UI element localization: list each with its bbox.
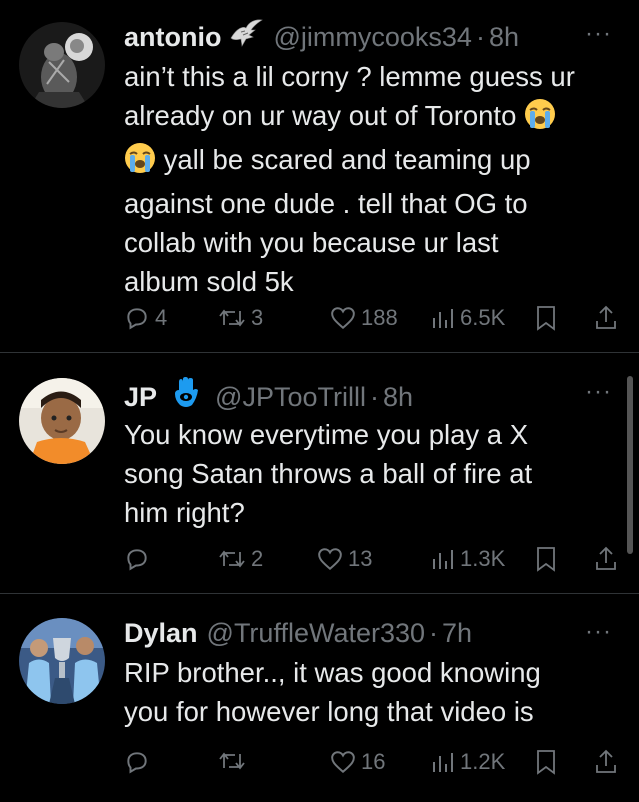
bookmark-button[interactable] [536,305,556,331]
share-button[interactable] [594,546,618,572]
timestamp[interactable]: 8h [489,20,519,54]
views-icon [433,753,453,772]
more-options-button[interactable]: ··· [585,378,612,406]
separator: · [369,382,379,412]
retweet-button[interactable]: 3 [218,305,263,331]
reply-icon [127,308,147,330]
timestamp[interactable]: 8h [383,380,413,414]
action-bar: 4 3 188 6.5K [124,305,624,335]
reply-button[interactable]: 4 [124,305,167,331]
share-button[interactable] [594,749,618,775]
separator: · [429,618,439,648]
text-line: collab with you because ur last [124,227,499,258]
retweet-button[interactable]: 2 [218,546,263,572]
heart-icon [331,751,355,774]
text-line: ain’t this a lil corny ? lemme guess ur [124,61,575,92]
scrollbar[interactable] [627,376,633,554]
views-icon [433,550,453,569]
reply-icon [127,549,147,571]
separator: · [475,22,485,52]
eagle-badge-icon [229,18,264,56]
text-line: already on ur way out of Toronto [124,96,604,140]
text-line: him right? [124,497,245,528]
handle[interactable]: @jimmycooks34 [273,20,471,54]
bookmark-icon [537,547,555,572]
avatar[interactable] [19,618,105,704]
avatar[interactable] [19,378,105,464]
views-button[interactable]: 6.5K [431,305,505,331]
timestamp[interactable]: 7h [442,616,472,650]
loudly-crying-face-emoji [524,98,556,140]
tweet-2[interactable]: JP @JPTooTrilll · 8h ··· You know everyt… [0,353,639,593]
avatar[interactable] [19,22,105,108]
retweet-icon [219,752,245,770]
like-button[interactable]: 16 [330,749,385,775]
retweet-count: 2 [251,546,264,571]
like-count: 13 [348,546,373,571]
reply-button[interactable] [124,749,150,775]
tweet-header: Dylan @TruffleWater330 · 7h [124,616,472,650]
views-button[interactable]: 1.2K [431,749,505,775]
heart-icon [331,307,355,330]
tweet-header: antonio @jimmycooks34 · 8h [124,18,519,56]
text-line: song Satan throws a ball of fire at [124,458,533,489]
like-button[interactable]: 13 [317,546,372,572]
views-count: 1.2K [460,749,506,774]
display-name[interactable]: JP [124,380,157,414]
retweet-button[interactable] [218,749,246,773]
text-line: against one dude . tell that OG to [124,188,528,219]
retweet-icon [219,550,245,568]
like-button[interactable]: 188 [330,305,398,331]
bookmark-button[interactable] [536,749,556,775]
heart-icon [318,548,342,571]
share-icon [596,305,616,329]
more-options-button[interactable]: ··· [585,20,612,48]
retweet-count: 3 [251,305,264,330]
more-options-button[interactable]: ··· [585,618,612,646]
action-bar: 16 1.2K [124,749,624,779]
views-count: 1.3K [460,546,506,571]
views-icon [433,309,453,328]
tweet-text: ain’t this a lil corny ? lemme guess ur … [124,57,604,301]
share-icon [596,749,616,773]
bookmark-icon [537,306,555,331]
tweet-header: JP @JPTooTrilll · 8h [124,376,413,418]
retweet-icon [219,309,245,327]
reply-count: 4 [155,305,168,330]
share-button[interactable] [594,305,618,331]
like-count: 188 [361,305,398,330]
text-line: yall be scared and teaming up [124,140,604,184]
reply-icon [127,752,147,774]
text-line: You know everytime you play a X [124,419,529,450]
hamsa-badge-icon [171,376,201,418]
like-count: 16 [361,749,386,774]
reply-button[interactable] [124,546,150,572]
views-button[interactable]: 1.3K [431,546,505,572]
bookmark-button[interactable] [536,546,556,572]
text-line: RIP brother.., it was good knowing [124,657,541,688]
tweet-text: You know everytime you play a X song Sat… [124,415,604,532]
text-line: you for however long that video is [124,696,534,727]
share-icon [596,546,616,570]
tweet-1[interactable]: antonio @jimmycooks34 · 8h ··· ain’t thi… [0,0,639,352]
handle[interactable]: @JPTooTrilll [215,380,366,414]
loudly-crying-face-emoji [124,142,156,184]
display-name[interactable]: Dylan [124,616,198,650]
tweet-text: RIP brother.., it was good knowing you f… [124,653,604,731]
bookmark-icon [537,750,555,775]
views-count: 6.5K [460,305,506,330]
handle[interactable]: @TruffleWater330 [207,616,426,650]
text-line: album sold 5k [124,266,294,297]
tweet-3[interactable]: Dylan @TruffleWater330 · 7h ··· RIP brot… [0,594,639,802]
display-name[interactable]: antonio [124,20,221,54]
action-bar: 2 13 1.3K [124,546,624,576]
